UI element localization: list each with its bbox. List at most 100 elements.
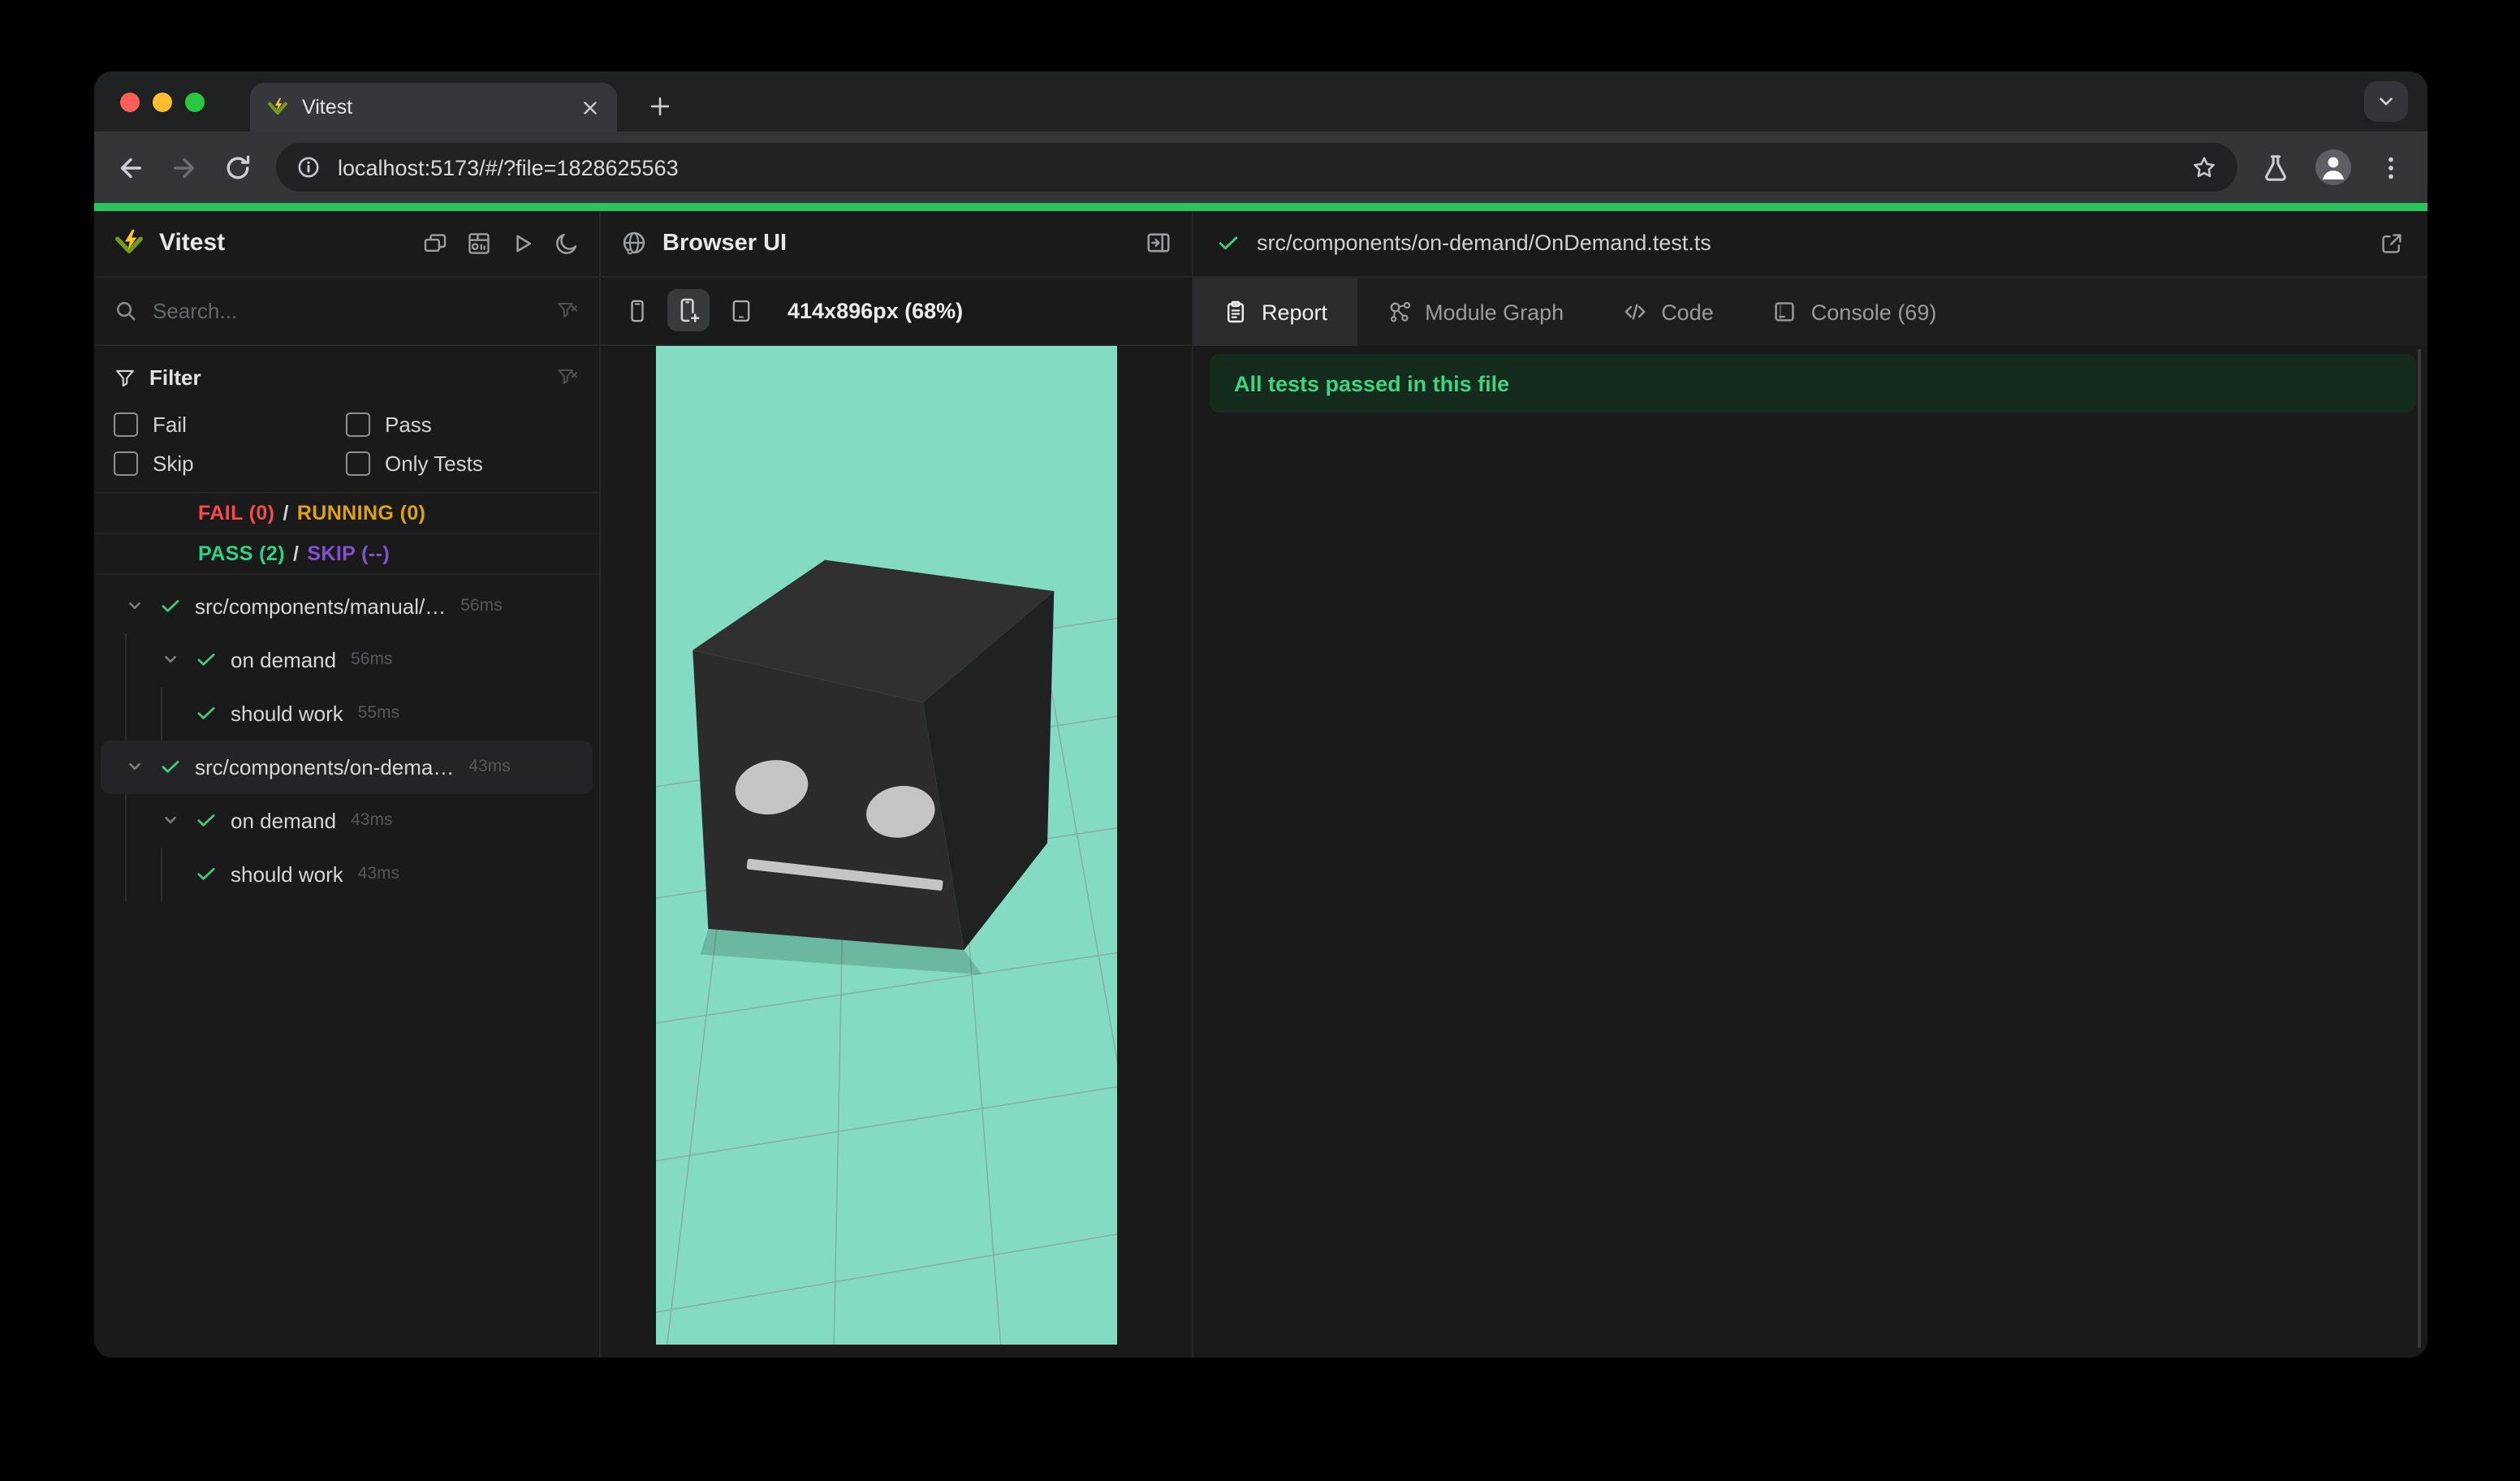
profile-avatar[interactable] [2314, 148, 2353, 187]
vitest-favicon [266, 96, 289, 119]
tab-module-graph[interactable]: Module Graph [1357, 278, 1593, 346]
chevron-down-icon[interactable] [159, 648, 182, 671]
browser-tab[interactable]: Vitest [250, 83, 617, 132]
tree-row[interactable]: src/components/manual/… 56ms [101, 579, 593, 633]
checkbox-fail[interactable] [114, 412, 138, 436]
pass-check-icon [195, 702, 218, 724]
clear-filter-icon[interactable] [555, 365, 580, 390]
fail-count: FAIL (0) [198, 501, 275, 524]
clear-filter-icon[interactable] [555, 299, 580, 323]
checkbox-pass[interactable] [346, 412, 370, 436]
device-phone-small-button[interactable] [615, 290, 658, 332]
banner-text: All tests passed in this file [1234, 371, 1510, 395]
search-bar[interactable]: Search... [94, 278, 599, 345]
run-all-play-icon[interactable] [510, 231, 536, 257]
tab-title: Vitest [302, 96, 353, 119]
chevron-down-icon[interactable] [159, 809, 182, 831]
sidebar: Vitest Search... Filter Fail Pass Skip O… [94, 210, 601, 1358]
filter-option-fail[interactable]: Fail [114, 412, 346, 436]
tree-row[interactable]: should work 43ms [101, 847, 593, 900]
test-file-path: src/components/on-demand/OnDemand.test.t… [1257, 231, 1711, 256]
bookmark-star-icon[interactable] [2190, 153, 2218, 181]
status-line-2: PASS (2) / SKIP (--) [94, 533, 599, 574]
tab-strip: Vitest [94, 71, 2427, 132]
report-dashboard-icon[interactable] [466, 231, 492, 257]
tree-row[interactable]: on demand 56ms [101, 633, 593, 686]
report-tabs: Report Module Graph Code Console (69) [1193, 278, 2427, 346]
tree-row[interactable]: on demand 43ms [101, 793, 593, 847]
minimize-window-button[interactable] [153, 93, 172, 112]
tab-label: Report [1262, 300, 1328, 324]
checkbox-skip[interactable] [114, 451, 138, 475]
new-tab-button[interactable] [640, 86, 679, 125]
site-info-icon[interactable] [296, 154, 321, 180]
filter-option-pass[interactable]: Pass [346, 412, 580, 436]
test-label: on demand [231, 647, 337, 671]
test-progress-bar [94, 203, 2427, 210]
chevron-down-icon[interactable] [123, 755, 146, 778]
vitest-logo [114, 228, 145, 259]
browser-toolbar: localhost:5173/#/?file=1828625563 [94, 132, 2427, 203]
chevron-down-icon[interactable] [123, 594, 146, 617]
dashboard-windows-icon[interactable] [422, 231, 448, 257]
tab-label: Console (69) [1810, 300, 1937, 324]
filter-options: Fail Pass Skip Only Tests [114, 412, 580, 475]
filter-panel: Filter Fail Pass Skip Only Tests [94, 345, 599, 493]
status-line-1: FAIL (0) / RUNNING (0) [94, 493, 599, 533]
tab-code[interactable]: Code [1593, 278, 1743, 346]
browser-preview-panel: Browser UI 414x896px (68%) [601, 210, 1193, 1358]
device-toolbar: 414x896px (68%) [601, 278, 1192, 345]
test-duration: 43ms [468, 757, 511, 776]
pass-count: PASS (2) [198, 542, 285, 564]
tab-report[interactable]: Report [1193, 278, 1357, 346]
filter-title: Filter [149, 365, 201, 390]
reload-icon[interactable] [222, 152, 253, 183]
pass-check-icon [195, 809, 218, 831]
open-external-icon[interactable] [2379, 231, 2405, 257]
window-controls [120, 93, 205, 112]
test-label: src/components/on-dema… [195, 754, 455, 779]
tab-search-button[interactable] [2364, 81, 2408, 122]
test-tree: src/components/manual/… 56ms on demand 56ms… [94, 574, 599, 1358]
device-phone-plus-button[interactable] [667, 289, 710, 332]
dark-mode-moon-icon[interactable] [554, 231, 580, 257]
test-viewport-iframe[interactable] [656, 345, 1116, 1344]
address-bar[interactable]: localhost:5173/#/?file=1828625563 [276, 143, 2237, 192]
skip-count: SKIP (--) [307, 542, 391, 564]
tab-console-69[interactable]: Console (69) [1743, 278, 1966, 346]
forward-icon[interactable] [169, 152, 200, 183]
test-label: on demand [231, 808, 337, 832]
all-passed-banner: All tests passed in this file [1210, 354, 2416, 412]
tree-row[interactable]: should work 55ms [101, 686, 593, 740]
experiments-flask-icon[interactable] [2260, 152, 2291, 183]
browser-panel-header: Browser UI [601, 210, 1192, 278]
url-text[interactable]: localhost:5173/#/?file=1828625563 [338, 155, 2190, 179]
menu-kebab-icon[interactable] [2375, 152, 2406, 183]
report-content: All tests passed in this file [1193, 346, 2427, 1358]
test-duration: 56ms [351, 650, 393, 669]
back-icon[interactable] [115, 152, 146, 183]
device-tablet-button[interactable] [719, 290, 762, 332]
test-duration: 55ms [357, 703, 400, 723]
checkbox-only-tests[interactable] [346, 451, 370, 475]
dock-panel-right-icon[interactable] [1145, 230, 1172, 257]
test-duration: 43ms [351, 810, 393, 830]
console-icon [1772, 299, 1798, 325]
maximize-window-button[interactable] [185, 93, 205, 112]
close-window-button[interactable] [120, 93, 140, 112]
tree-row[interactable]: src/components/on-dema… 43ms [101, 740, 593, 793]
filter-option-skip[interactable]: Skip [114, 451, 346, 475]
pass-check-icon [195, 648, 218, 671]
search-icon [114, 299, 138, 323]
test-duration: 43ms [357, 864, 400, 883]
scrollbar[interactable] [2418, 349, 2421, 1348]
close-tab-icon[interactable] [580, 97, 601, 118]
running-count: RUNNING (0) [296, 501, 426, 524]
preview-area [601, 345, 1192, 1358]
browser-panel-title: Browser UI [662, 230, 788, 257]
module-graph-icon [1386, 299, 1412, 325]
filter-option-only-tests[interactable]: Only Tests [346, 451, 580, 475]
pass-check-icon [1216, 231, 1241, 256]
search-input[interactable]: Search... [153, 299, 555, 323]
file-path-header: src/components/on-demand/OnDemand.test.t… [1193, 210, 2427, 278]
